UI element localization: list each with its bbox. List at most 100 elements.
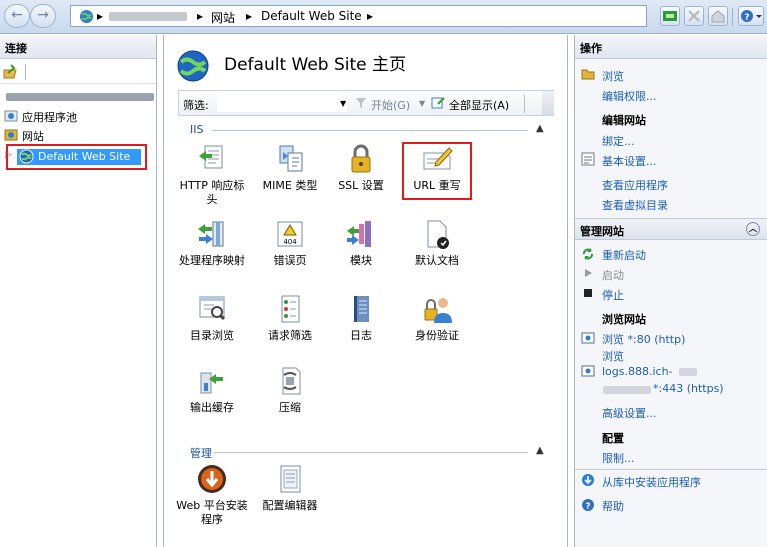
breadcrumb-default-site[interactable]: Default Web Site bbox=[261, 9, 362, 23]
action-limits[interactable]: 限制... bbox=[602, 450, 635, 466]
filter-input[interactable] bbox=[217, 94, 347, 112]
start-icon bbox=[582, 267, 594, 279]
logging-icon bbox=[345, 293, 377, 325]
action-stop[interactable]: 停止 bbox=[602, 287, 624, 303]
forward-button[interactable]: → bbox=[30, 4, 56, 28]
breadcrumb-sep: ▸ bbox=[246, 9, 253, 23]
feature-modules[interactable]: 模块 bbox=[324, 218, 398, 268]
feature-ssl-settings[interactable]: SSL 设置 bbox=[324, 143, 398, 193]
feature-output-caching[interactable]: 输出缓存 bbox=[175, 365, 249, 415]
directory-browsing-icon bbox=[196, 293, 228, 325]
action-view-applications[interactable]: 查看应用程序 bbox=[602, 177, 668, 193]
compression-icon bbox=[274, 365, 306, 397]
back-button[interactable]: ← bbox=[4, 4, 30, 28]
lock-icon bbox=[345, 143, 377, 175]
actions-panel: 操作 浏览 编辑权限... 编辑网站 绑定... 基本设置... 查看应用程序 … bbox=[574, 35, 767, 547]
go-button[interactable]: 开始(G) bbox=[371, 97, 410, 113]
funnel-icon bbox=[355, 97, 367, 109]
mime-types-icon bbox=[274, 143, 306, 175]
feature-default-document[interactable]: 默认文档 bbox=[400, 218, 474, 268]
address-toolbar: ← → ▸ ▸ 网站 ▸ Default Web Site ▸ ? bbox=[0, 0, 767, 34]
action-start[interactable]: 启动 bbox=[602, 267, 624, 283]
website-globe-icon bbox=[176, 49, 210, 83]
toolbar-divider bbox=[732, 8, 733, 26]
action-explore[interactable]: 浏览 bbox=[602, 68, 624, 84]
action-edit-permissions[interactable]: 编辑权限... bbox=[602, 88, 657, 104]
show-all-icon bbox=[431, 96, 446, 110]
explore-folder-icon bbox=[581, 67, 595, 81]
action-browse-443-label[interactable]: 浏览 bbox=[602, 348, 624, 364]
connections-toolbar bbox=[0, 60, 156, 84]
restart-icon bbox=[581, 247, 595, 261]
tree-item-sites[interactable]: 网站 bbox=[0, 126, 156, 144]
redacted-hostname bbox=[679, 368, 697, 376]
section-edit-site: 编辑网站 bbox=[602, 114, 646, 127]
group-title-iis: IIS bbox=[190, 123, 204, 136]
filter-bar: 筛选: ▼ 开始(G) ▼ 全部显示(A) bbox=[178, 90, 554, 116]
action-install-from-gallery[interactable]: 从库中安装应用程序 bbox=[602, 474, 701, 490]
modules-icon bbox=[345, 218, 377, 250]
collapse-icon[interactable]: ▲ bbox=[536, 123, 544, 134]
show-all-button[interactable]: 全部显示(A) bbox=[449, 97, 509, 113]
globe-icon bbox=[79, 9, 94, 24]
group-title-management: 管理 bbox=[190, 447, 212, 460]
new-connection-icon[interactable] bbox=[3, 64, 19, 80]
feature-directory-browsing[interactable]: 目录浏览 bbox=[175, 293, 249, 343]
feature-web-platform-installer[interactable]: Web 平台安装程序 bbox=[175, 463, 249, 527]
help-icon: ? bbox=[581, 498, 595, 512]
action-view-virtual-directories[interactable]: 查看虚拟目录 bbox=[602, 197, 668, 213]
action-bindings[interactable]: 绑定... bbox=[602, 133, 635, 149]
browse-icon bbox=[581, 364, 595, 378]
breadcrumb-sep: ▸ bbox=[97, 9, 104, 23]
section-browse-site: 浏览网站 bbox=[602, 313, 646, 326]
actions-header: 操作 bbox=[575, 35, 767, 59]
feature-authentication[interactable]: 身份验证 bbox=[400, 293, 474, 343]
tree-item-app-pools[interactable]: 应用程序池 bbox=[0, 107, 156, 125]
collapse-icon[interactable]: ▲ bbox=[536, 445, 544, 456]
feature-mime-types[interactable]: MIME 类型 bbox=[253, 143, 327, 193]
sites-folder-icon bbox=[4, 128, 18, 142]
action-browse-443[interactable]: logs.888.ich- bbox=[602, 365, 673, 378]
feature-request-filtering[interactable]: 请求筛选 bbox=[253, 293, 327, 343]
stop-refresh-button[interactable] bbox=[684, 6, 704, 26]
feature-configuration-editor[interactable]: 配置编辑器 bbox=[253, 463, 327, 513]
help-button[interactable]: ? bbox=[738, 6, 764, 26]
go-dropdown-icon[interactable]: ▼ bbox=[419, 99, 425, 108]
features-view: Default Web Site 主页 筛选: ▼ 开始(G) ▼ 全部显示(A… bbox=[163, 35, 568, 547]
request-filtering-icon bbox=[274, 293, 306, 325]
authentication-icon bbox=[421, 293, 453, 325]
handler-mappings-icon bbox=[196, 218, 228, 250]
basic-settings-icon bbox=[581, 152, 595, 166]
feature-logging[interactable]: 日志 bbox=[324, 293, 398, 343]
action-restart[interactable]: 重新启动 bbox=[602, 247, 646, 263]
connect-button[interactable] bbox=[660, 6, 680, 26]
action-help[interactable]: 帮助 bbox=[602, 498, 624, 514]
web-platform-installer-icon bbox=[196, 463, 228, 495]
divider bbox=[575, 469, 767, 470]
section-configure: 配置 bbox=[602, 432, 624, 445]
page-title: Default Web Site 主页 bbox=[224, 55, 407, 75]
action-basic-settings[interactable]: 基本设置... bbox=[602, 153, 657, 169]
breadcrumb-sites[interactable]: 网站 bbox=[211, 9, 235, 26]
filter-dropdown-icon[interactable]: ▼ bbox=[340, 99, 346, 108]
tree-item-default-web-site[interactable]: ▷ Default Web Site bbox=[5, 144, 147, 170]
action-browse-80[interactable]: 浏览 *:80 (http) bbox=[602, 331, 685, 347]
home-button[interactable] bbox=[708, 6, 728, 26]
collapse-icon[interactable]: ︿ bbox=[746, 222, 760, 236]
action-browse-443-port[interactable]: *:443 (https) bbox=[653, 382, 724, 395]
output-caching-icon bbox=[196, 365, 228, 397]
address-bar[interactable]: ▸ ▸ 网站 ▸ Default Web Site ▸ bbox=[70, 5, 647, 27]
connections-panel: 连接 应用程序池 网站 ▷ Default Web Site bbox=[0, 35, 157, 547]
filter-label: 筛选: bbox=[183, 99, 209, 112]
feature-compression[interactable]: 压缩 bbox=[253, 365, 327, 415]
gallery-install-icon bbox=[581, 473, 595, 487]
error-pages-icon: 404 bbox=[274, 218, 306, 250]
section-manage-site: 管理网站 ︿ bbox=[575, 218, 767, 240]
filter-scroll[interactable] bbox=[542, 91, 554, 115]
feature-handler-mappings[interactable]: 处理程序映射 bbox=[175, 218, 249, 268]
tree-item-label: Default Web Site bbox=[38, 150, 131, 163]
feature-error-pages[interactable]: 404 错误页 bbox=[253, 218, 327, 268]
feature-http-headers[interactable]: HTTP 响应标头 bbox=[175, 143, 249, 207]
action-advanced-settings[interactable]: 高级设置... bbox=[602, 405, 657, 421]
stop-icon bbox=[582, 287, 594, 299]
